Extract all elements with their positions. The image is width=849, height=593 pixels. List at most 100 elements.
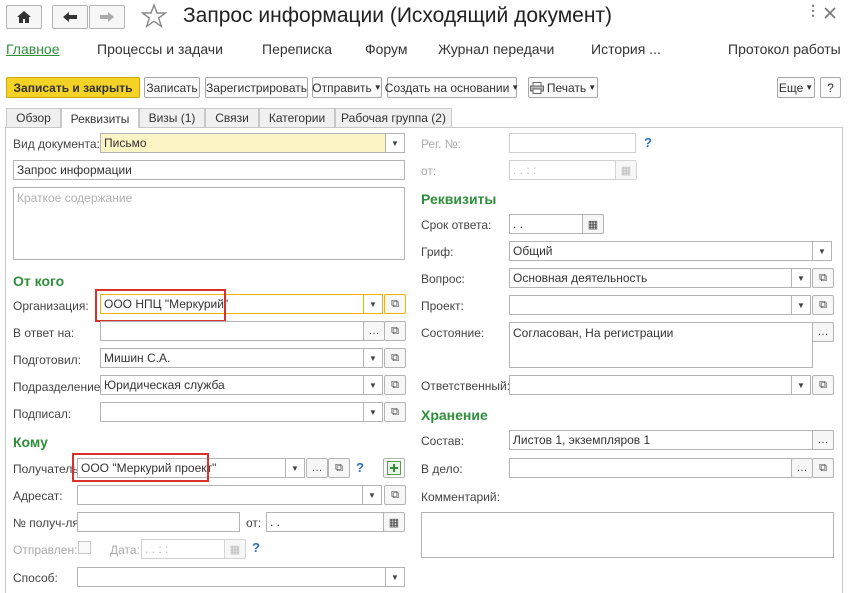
signed-field[interactable] xyxy=(100,402,364,422)
responsible-dropdown[interactable]: ▼ xyxy=(791,375,811,395)
forward-button[interactable] xyxy=(89,5,125,29)
tab-overview[interactable]: Обзор xyxy=(6,108,61,127)
more-button[interactable]: Еще ▼ xyxy=(777,77,815,98)
ellipsis-icon: … xyxy=(796,462,808,474)
tab-links[interactable]: Связи xyxy=(205,108,259,127)
summary-field[interactable]: Краткое содержание xyxy=(13,187,405,260)
reg-date-calendar-button[interactable]: ▦ xyxy=(615,160,637,180)
reply-to-select-button[interactable]: … xyxy=(363,321,385,341)
chevron-down-icon: ▼ xyxy=(369,299,377,309)
comment-field[interactable] xyxy=(421,512,834,558)
method-field[interactable] xyxy=(77,567,386,587)
favorite-button[interactable] xyxy=(140,3,169,31)
send-button[interactable]: Отправить ▼ xyxy=(312,77,382,98)
nav-work-protocol[interactable]: Протокол работы xyxy=(728,41,841,57)
open-icon: ⧉ xyxy=(819,271,827,284)
prepared-field[interactable]: Мишин С.А. xyxy=(100,348,364,368)
question-open-button[interactable]: ⧉ xyxy=(812,268,834,288)
recipient-select-button[interactable]: … xyxy=(306,458,328,478)
recv-date-field[interactable]: . . xyxy=(266,512,384,532)
open-icon: ⧉ xyxy=(391,297,399,310)
dept-label: Подразделение: xyxy=(13,380,104,394)
reg-date-field[interactable]: . . : : xyxy=(509,160,616,180)
addressee-dropdown[interactable]: ▼ xyxy=(362,485,382,505)
nav-main[interactable]: Главное xyxy=(6,41,60,57)
prepared-open-button[interactable]: ⧉ xyxy=(384,348,406,368)
grif-field[interactable]: Общий xyxy=(509,241,813,261)
register-button[interactable]: Зарегистрировать xyxy=(205,77,308,98)
nav-transfer-log[interactable]: Журнал передачи xyxy=(438,41,554,57)
save-close-button[interactable]: Записать и закрыть xyxy=(6,77,140,98)
state-field[interactable]: Согласован, На регистрации xyxy=(509,322,813,368)
project-label: Проект: xyxy=(421,299,464,313)
tab-categories[interactable]: Категории xyxy=(259,108,335,127)
composition-select-button[interactable]: … xyxy=(812,430,834,450)
doc-kind-dropdown[interactable]: ▼ xyxy=(385,133,405,153)
reply-to-field[interactable] xyxy=(100,321,364,341)
nav-correspondence[interactable]: Переписка xyxy=(262,41,332,57)
ellipsis-icon: … xyxy=(368,325,380,337)
responsible-field[interactable] xyxy=(509,375,792,395)
deadline-field[interactable]: . . xyxy=(509,214,583,234)
responsible-label: Ответственный: xyxy=(421,379,511,393)
addressee-field[interactable] xyxy=(77,485,363,505)
tab-requisites[interactable]: Реквизиты xyxy=(61,108,139,128)
tab-visas[interactable]: Визы (1) xyxy=(139,108,205,127)
recv-date-calendar-button[interactable]: ▦ xyxy=(383,512,405,532)
subject-field[interactable]: Запрос информации xyxy=(13,160,405,180)
save-button[interactable]: Записать xyxy=(144,77,200,98)
dept-dropdown[interactable]: ▼ xyxy=(363,375,383,395)
back-button[interactable] xyxy=(52,5,88,29)
nav-processes[interactable]: Процессы и задачи xyxy=(97,41,223,57)
responsible-open-button[interactable]: ⧉ xyxy=(812,375,834,395)
signed-dropdown[interactable]: ▼ xyxy=(363,402,383,422)
method-dropdown[interactable]: ▼ xyxy=(385,567,405,587)
project-dropdown[interactable]: ▼ xyxy=(791,295,811,315)
composition-field[interactable]: Листов 1, экземпляров 1 xyxy=(509,430,813,450)
dept-open-button[interactable]: ⧉ xyxy=(384,375,406,395)
recv-no-field[interactable] xyxy=(77,512,240,532)
recipient-highlight xyxy=(72,453,209,482)
reg-no-field[interactable] xyxy=(509,133,636,153)
reply-to-open-button[interactable]: ⧉ xyxy=(384,321,406,341)
question-field[interactable]: Основная деятельность xyxy=(509,268,792,288)
addressee-open-button[interactable]: ⧉ xyxy=(384,485,406,505)
case-select-button[interactable]: … xyxy=(791,458,813,478)
nav-forum[interactable]: Форум xyxy=(365,41,408,57)
deadline-calendar-button[interactable]: ▦ xyxy=(582,214,604,234)
create-based-button[interactable]: Создать на основании ▼ xyxy=(385,77,519,98)
dept-field[interactable]: Юридическая служба xyxy=(100,375,364,395)
prepared-dropdown[interactable]: ▼ xyxy=(363,348,383,368)
to-section-title: Кому xyxy=(13,434,48,450)
tab-work-group[interactable]: Рабочая группа (2) xyxy=(335,108,452,127)
prepared-label: Подготовил: xyxy=(13,353,82,367)
sent-date-calendar-button[interactable]: ▦ xyxy=(224,539,246,559)
add-recipient-button[interactable] xyxy=(383,458,405,478)
state-select-button[interactable]: … xyxy=(812,322,834,342)
sent-date-field[interactable]: . . : : xyxy=(141,539,225,559)
doc-kind-field[interactable]: Письмо xyxy=(100,133,386,153)
case-field[interactable] xyxy=(509,458,792,478)
recv-no-label: № получ-ля: xyxy=(13,516,83,530)
print-button[interactable]: Печать ▼ xyxy=(528,77,598,98)
grif-dropdown[interactable]: ▼ xyxy=(812,241,832,261)
sent-help-icon[interactable]: ? xyxy=(252,540,260,555)
signed-open-button[interactable]: ⧉ xyxy=(384,402,406,422)
reg-no-help-icon[interactable]: ? xyxy=(644,135,652,150)
project-open-button[interactable]: ⧉ xyxy=(812,295,834,315)
org-open-button[interactable]: ⧉ xyxy=(384,294,406,314)
home-button[interactable] xyxy=(6,5,42,29)
case-open-button[interactable]: ⧉ xyxy=(812,458,834,478)
recipient-help-icon[interactable]: ? xyxy=(356,460,364,475)
nav-history[interactable]: История ... xyxy=(591,41,661,57)
sent-checkbox[interactable] xyxy=(78,541,91,554)
question-dropdown[interactable]: ▼ xyxy=(791,268,811,288)
close-button[interactable] xyxy=(823,6,841,24)
more-dots-icon[interactable]: ⋮ xyxy=(806,3,820,27)
chevron-down-icon: ▼ xyxy=(373,83,382,92)
project-field[interactable] xyxy=(509,295,792,315)
recipient-open-button[interactable]: ⧉ xyxy=(328,458,350,478)
help-button[interactable]: ? xyxy=(820,77,841,98)
org-dropdown[interactable]: ▼ xyxy=(363,294,383,314)
recipient-dropdown[interactable]: ▼ xyxy=(285,458,305,478)
